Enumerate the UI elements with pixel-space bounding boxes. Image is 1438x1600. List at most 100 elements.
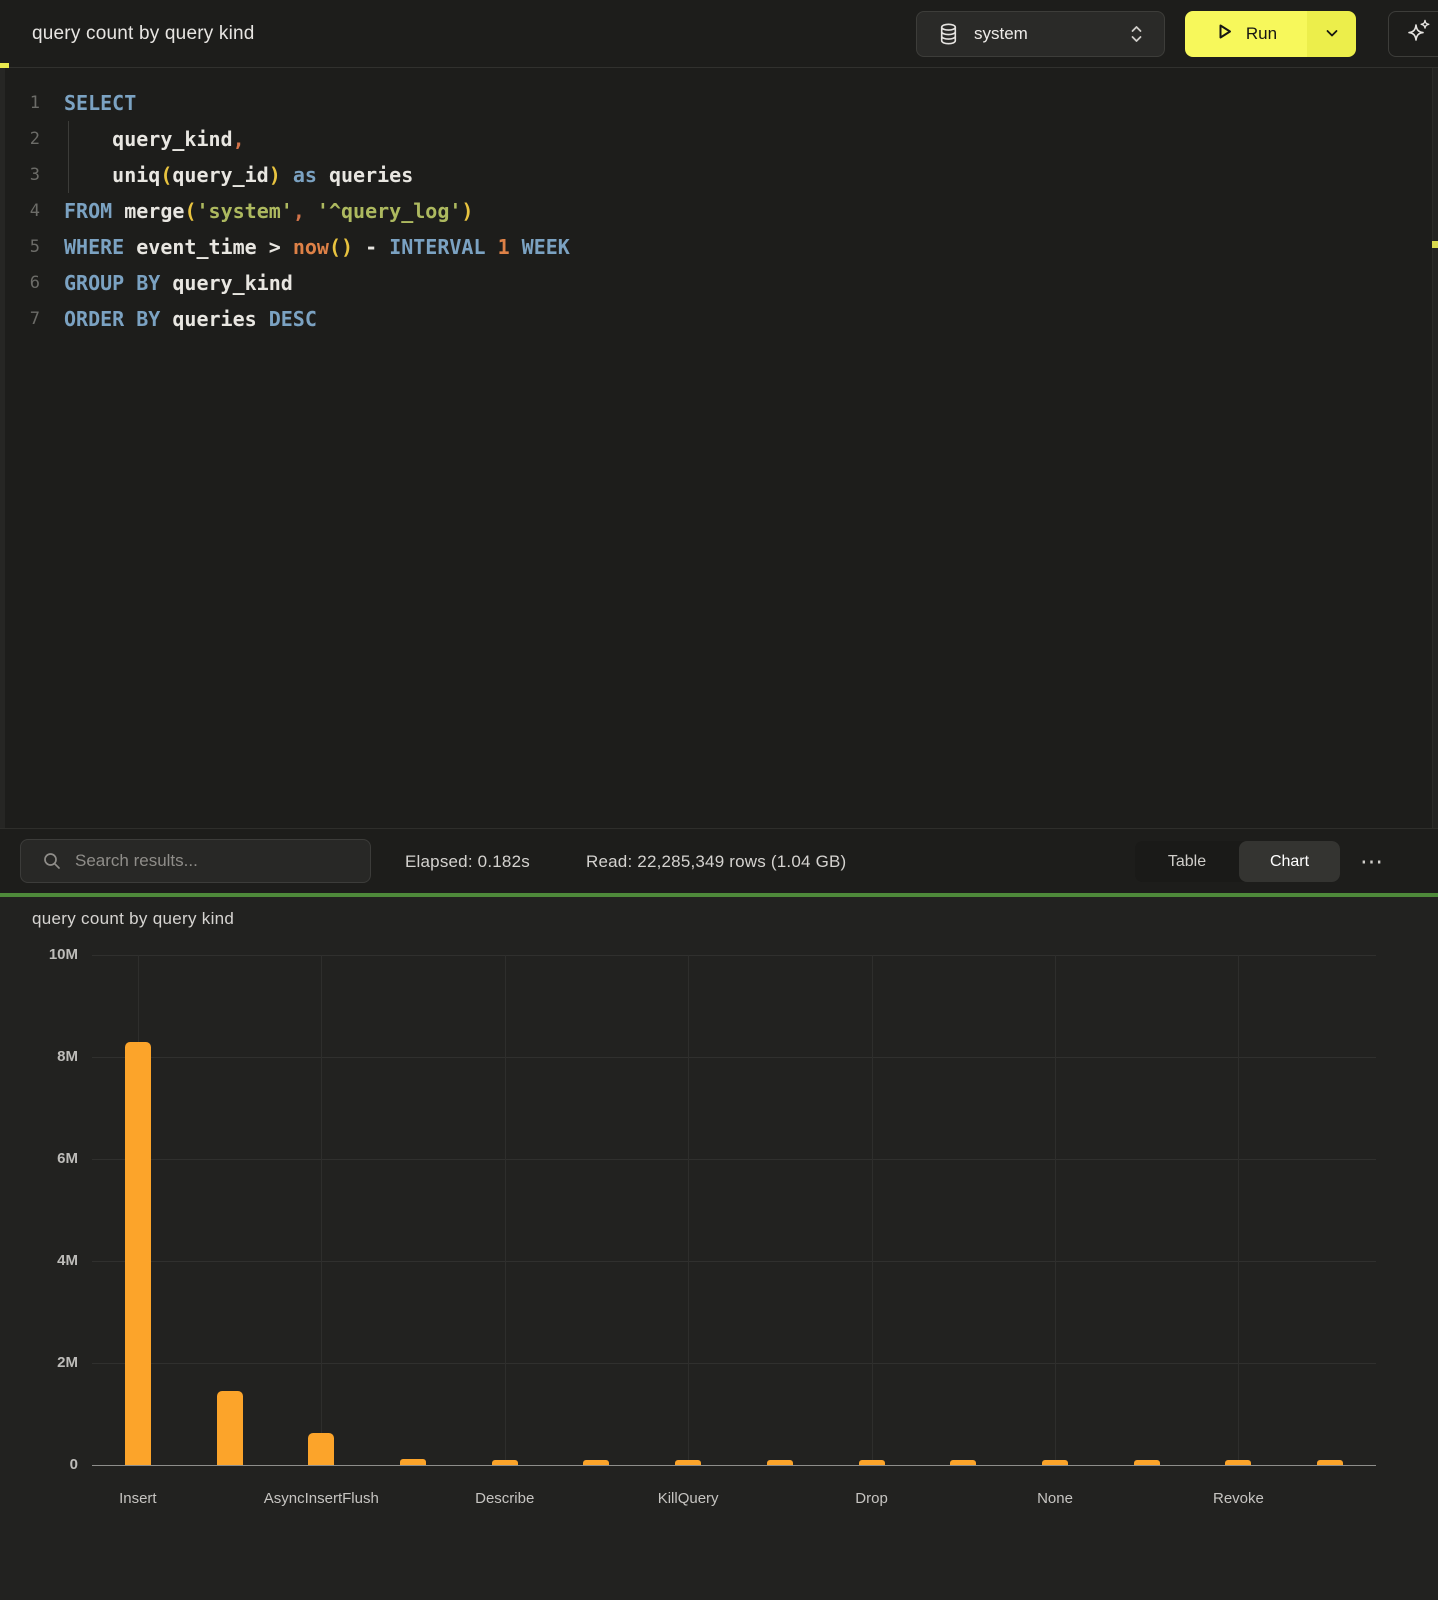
code-line[interactable]: 5 WHERE event_time > now() - INTERVAL 1 W… — [0, 229, 1420, 265]
code-token-kw: FROM — [64, 199, 112, 223]
gridline-horizontal — [92, 955, 1376, 956]
x-axis-tick-label: AsyncInsertFlush — [236, 1490, 406, 1507]
bar-unlabeled — [767, 1460, 793, 1465]
code-token-op: > — [269, 235, 281, 259]
code-line[interactable]: 3 uniq(query_id) as queries — [0, 157, 1420, 193]
code-text: ORDER BY queries DESC — [64, 301, 317, 337]
code-token-pl — [486, 235, 498, 259]
x-axis-tick-label: Revoke — [1153, 1490, 1323, 1507]
code-token-kw: WHERE — [64, 235, 124, 259]
cursor-edge-marker — [0, 63, 9, 68]
x-axis-tick-label: None — [970, 1490, 1140, 1507]
code-token-pl — [305, 199, 317, 223]
bar-Describe — [492, 1460, 518, 1465]
format-query-button[interactable] — [1388, 11, 1438, 57]
run-button[interactable]: Run — [1185, 11, 1307, 57]
search-icon — [43, 852, 61, 870]
code-token-id: query_kind — [172, 271, 292, 295]
code-token-kw: GROUP BY — [64, 271, 160, 295]
code-token-kw: ORDER BY — [64, 307, 160, 331]
sql-console-window: query count by query kind system — [0, 0, 1438, 1600]
code-token-pl — [317, 163, 329, 187]
tab-chart[interactable]: Chart — [1239, 841, 1340, 882]
code-token-kw: INTERVAL — [389, 235, 485, 259]
gridline-vertical — [872, 955, 873, 1465]
sql-editor[interactable]: 1SELECT2 query_kind,3 uniq(query_id) as … — [0, 68, 1438, 828]
bar-unlabeled — [950, 1460, 976, 1465]
gridline-horizontal — [92, 1261, 1376, 1262]
gridline-vertical — [321, 955, 322, 1465]
code-token-pl — [64, 163, 112, 187]
code-token-br: ( — [184, 199, 196, 223]
code-token-pl — [510, 235, 522, 259]
code-line[interactable]: 6 GROUP BY query_kind — [0, 265, 1420, 301]
gridline-vertical — [1055, 955, 1056, 1465]
code-token-id: query_id — [172, 163, 268, 187]
bar-unlabeled — [1134, 1460, 1160, 1465]
line-number: 1 — [0, 85, 40, 121]
database-selected-value: system — [974, 24, 1028, 44]
code-token-str: '^query_log' — [317, 199, 462, 223]
chevron-down-icon — [1325, 25, 1339, 43]
code-token-num: 1 — [498, 235, 510, 259]
run-options-button[interactable] — [1307, 11, 1356, 57]
bar-Insert — [125, 1042, 151, 1465]
gridline-vertical — [1238, 955, 1239, 1465]
database-selector[interactable]: system — [916, 11, 1165, 57]
y-axis-tick-label: 0 — [18, 1456, 78, 1474]
code-line[interactable]: 2 query_kind, — [0, 121, 1420, 157]
code-token-id: queries — [329, 163, 413, 187]
code-text: FROM merge('system', '^query_log') — [64, 193, 473, 229]
gridline-horizontal — [92, 1363, 1376, 1364]
code-token-br: ) — [269, 163, 281, 187]
code-text: WHERE event_time > now() - INTERVAL 1 WE… — [64, 229, 570, 265]
x-axis-tick-label: Drop — [787, 1490, 957, 1507]
bar-Drop — [859, 1460, 885, 1465]
code-token-kw: WEEK — [522, 235, 570, 259]
code-token-pl — [160, 271, 172, 295]
code-token-id: queries — [172, 307, 256, 331]
bar-unlabeled — [217, 1391, 243, 1465]
code-token-pn: , — [233, 127, 245, 151]
bar-chart: 02M4M6M8M10MInsertAsyncInsertFlushDescri… — [0, 897, 1438, 1600]
code-token-kw: as — [293, 163, 317, 187]
bar-unlabeled — [1317, 1460, 1343, 1465]
search-box[interactable] — [20, 839, 371, 883]
sparkle-icon — [1405, 17, 1433, 52]
x-axis-tick-label: Insert — [53, 1490, 223, 1507]
editor-scrollbar-ruler[interactable] — [1432, 68, 1438, 828]
read-stat: Read: 22,285,349 rows (1.04 GB) — [586, 829, 846, 894]
line-number: 6 — [0, 265, 40, 301]
gridline-horizontal — [92, 1057, 1376, 1058]
code-line[interactable]: 4FROM merge('system', '^query_log') — [0, 193, 1420, 229]
line-number: 3 — [0, 157, 40, 193]
query-title: query count by query kind — [32, 0, 255, 68]
code-token-pl — [64, 127, 112, 151]
view-toggle: Table Chart — [1135, 841, 1340, 882]
bar-None — [1042, 1460, 1068, 1465]
code-token-pl — [377, 235, 389, 259]
code-line[interactable]: 1SELECT — [0, 85, 1420, 121]
code-text: GROUP BY query_kind — [64, 265, 293, 301]
gridline-vertical — [688, 955, 689, 1465]
line-number: 2 — [0, 121, 40, 157]
elapsed-stat: Elapsed: 0.182s — [405, 829, 530, 894]
code-token-id: merge — [124, 199, 184, 223]
tab-table[interactable]: Table — [1135, 841, 1239, 882]
more-options-button[interactable]: ⋯ — [1352, 841, 1392, 882]
line-number: 7 — [0, 301, 40, 337]
bar-KillQuery — [675, 1460, 701, 1465]
y-axis-tick-label: 8M — [18, 1048, 78, 1066]
code-token-op: - — [365, 235, 377, 259]
code-token-fn: now — [293, 235, 329, 259]
code-line[interactable]: 7 ORDER BY queries DESC — [0, 301, 1420, 337]
ruler-cursor-marker — [1432, 241, 1438, 248]
x-axis-tick-label: KillQuery — [603, 1490, 773, 1507]
code-text: query_kind, — [64, 121, 245, 157]
code-token-pl — [353, 235, 365, 259]
line-number: 5 — [0, 229, 40, 265]
code-token-id: event_time — [136, 235, 256, 259]
search-results-input[interactable] — [75, 851, 355, 871]
code-lines[interactable]: 1SELECT2 query_kind,3 uniq(query_id) as … — [0, 85, 1420, 337]
y-axis-tick-label: 6M — [18, 1150, 78, 1168]
